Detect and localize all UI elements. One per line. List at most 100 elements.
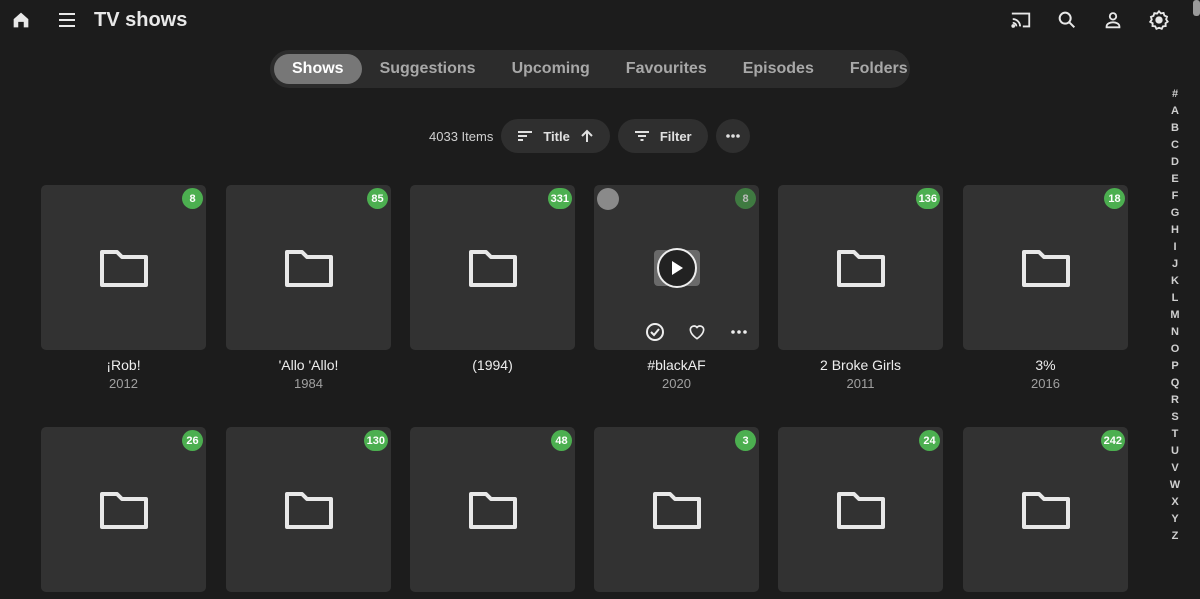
alphabet-letter[interactable]: L [1172,290,1179,307]
folder-icon [468,249,517,287]
alphabet-letter[interactable]: Q [1171,375,1180,392]
scrollbar-thumb[interactable] [1193,0,1200,16]
alphabet-letter[interactable]: O [1171,341,1180,358]
tab-favourites[interactable]: Favourites [608,54,725,84]
alphabet-letter[interactable]: B [1171,120,1179,137]
show-poster[interactable]: 3 [594,427,759,592]
show-title[interactable]: (1994) [410,357,575,373]
tab-suggestions[interactable]: Suggestions [362,54,494,84]
alphabet-letter[interactable]: A [1171,103,1179,120]
menu-icon[interactable] [53,6,81,34]
alphabet-letter[interactable]: U [1171,443,1179,460]
show-card[interactable]: 242 [963,427,1128,599]
alphabet-letter[interactable]: T [1172,426,1179,443]
header: TV shows [0,0,1200,40]
show-poster[interactable]: 24 [778,427,943,592]
alphabet-letter[interactable]: D [1171,154,1179,171]
show-title[interactable]: ¡Rob! [41,357,206,373]
played-check-icon[interactable] [645,322,665,342]
show-year: 1984 [294,376,323,391]
show-poster[interactable]: 136 [778,185,943,350]
folder-icon [836,491,885,529]
episode-count-badge: 136 [915,188,940,209]
alphabet-letter[interactable]: S [1171,409,1178,426]
show-card[interactable]: 48 [410,427,575,599]
alphabet-letter[interactable]: Y [1171,511,1178,528]
show-title[interactable]: 3% [963,357,1128,373]
alphabet-letter[interactable]: G [1171,205,1180,222]
alphabet-letter[interactable]: K [1171,273,1179,290]
sort-icon [518,131,533,141]
alphabet-letter[interactable]: P [1171,358,1178,375]
cast-icon[interactable] [1007,6,1035,34]
show-card[interactable]: 136 2 Broke Girls 2011 [778,185,943,391]
more-options-button[interactable] [715,119,750,153]
show-poster[interactable]: 130 [226,427,391,592]
alphabet-letter[interactable]: # [1172,86,1178,103]
show-title[interactable]: 'Allo 'Allo! [226,357,391,373]
alphabet-letter[interactable]: E [1171,171,1178,188]
show-title[interactable]: 2 Broke Girls [778,357,943,373]
show-card[interactable]: 3 [594,427,759,599]
folder-icon [1021,249,1070,287]
show-poster[interactable]: 18 [963,185,1128,350]
episode-count-badge: 85 [367,188,388,209]
folder-icon [1021,491,1070,529]
home-icon[interactable] [7,6,35,34]
tab-shows[interactable]: Shows [274,54,362,84]
item-count: 4033 Items [429,128,494,144]
show-card[interactable]: 85 'Allo 'Allo! 1984 [226,185,391,391]
show-card[interactable]: 8 #blackAF 2020 [594,185,759,391]
folder-icon [652,491,701,529]
show-poster[interactable]: 331 [410,185,575,350]
show-poster[interactable]: 26 [41,427,206,592]
alphabet-letter[interactable]: X [1171,494,1178,511]
folder-icon [284,249,333,287]
alphabet-letter[interactable]: Z [1172,528,1179,545]
episode-count-badge: 18 [1104,188,1125,209]
show-card[interactable]: 18 3% 2016 [963,185,1128,391]
show-poster[interactable]: 8 [594,185,759,350]
alphabet-letter[interactable]: I [1173,239,1176,256]
show-card[interactable]: 26 [41,427,206,599]
episode-count-badge: 331 [547,188,572,209]
favourite-heart-icon[interactable] [687,322,707,342]
alphabet-letter[interactable]: N [1171,324,1179,341]
show-poster[interactable]: 85 [226,185,391,350]
alphabet-letter[interactable]: W [1170,477,1180,494]
play-button[interactable] [656,247,697,288]
alphabet-letter[interactable]: V [1171,460,1178,477]
folder-icon [836,249,885,287]
show-poster[interactable]: 242 [963,427,1128,592]
show-poster[interactable]: 48 [410,427,575,592]
show-year: 2011 [846,376,875,391]
settings-icon[interactable] [1145,6,1173,34]
more-icon [725,134,740,138]
episode-count-badge: 8 [182,188,203,209]
tab-folders[interactable]: Folders [832,54,926,84]
user-icon[interactable] [1099,6,1127,34]
folder-icon [468,491,517,529]
search-icon[interactable] [1053,6,1081,34]
alphabet-letter[interactable]: C [1171,137,1179,154]
episode-count-badge: 8 [735,188,756,209]
tab-episodes[interactable]: Episodes [725,54,832,84]
show-year: 2012 [109,376,138,391]
show-title[interactable]: #blackAF [594,357,759,373]
show-card[interactable]: 8 ¡Rob! 2012 [41,185,206,391]
sort-button[interactable]: Title [501,119,610,153]
tab-upcoming[interactable]: Upcoming [494,54,608,84]
more-icon[interactable] [729,322,749,342]
show-card[interactable]: 130 [226,427,391,599]
alphabet-letter[interactable]: M [1170,307,1179,324]
show-card[interactable]: 331 (1994) [410,185,575,376]
select-checkbox[interactable] [597,188,619,210]
show-card[interactable]: 24 [778,427,943,599]
alphabet-letter[interactable]: F [1172,188,1179,205]
show-poster[interactable]: 8 [41,185,206,350]
alphabet-letter[interactable]: R [1171,392,1179,409]
alphabet-letter[interactable]: H [1171,222,1179,239]
filter-button[interactable]: Filter [617,119,708,153]
alphabet-picker: # A B C D E F G H I J K L M N O P Q R S T U V W X Y Z [1168,86,1182,545]
alphabet-letter[interactable]: J [1172,256,1178,273]
